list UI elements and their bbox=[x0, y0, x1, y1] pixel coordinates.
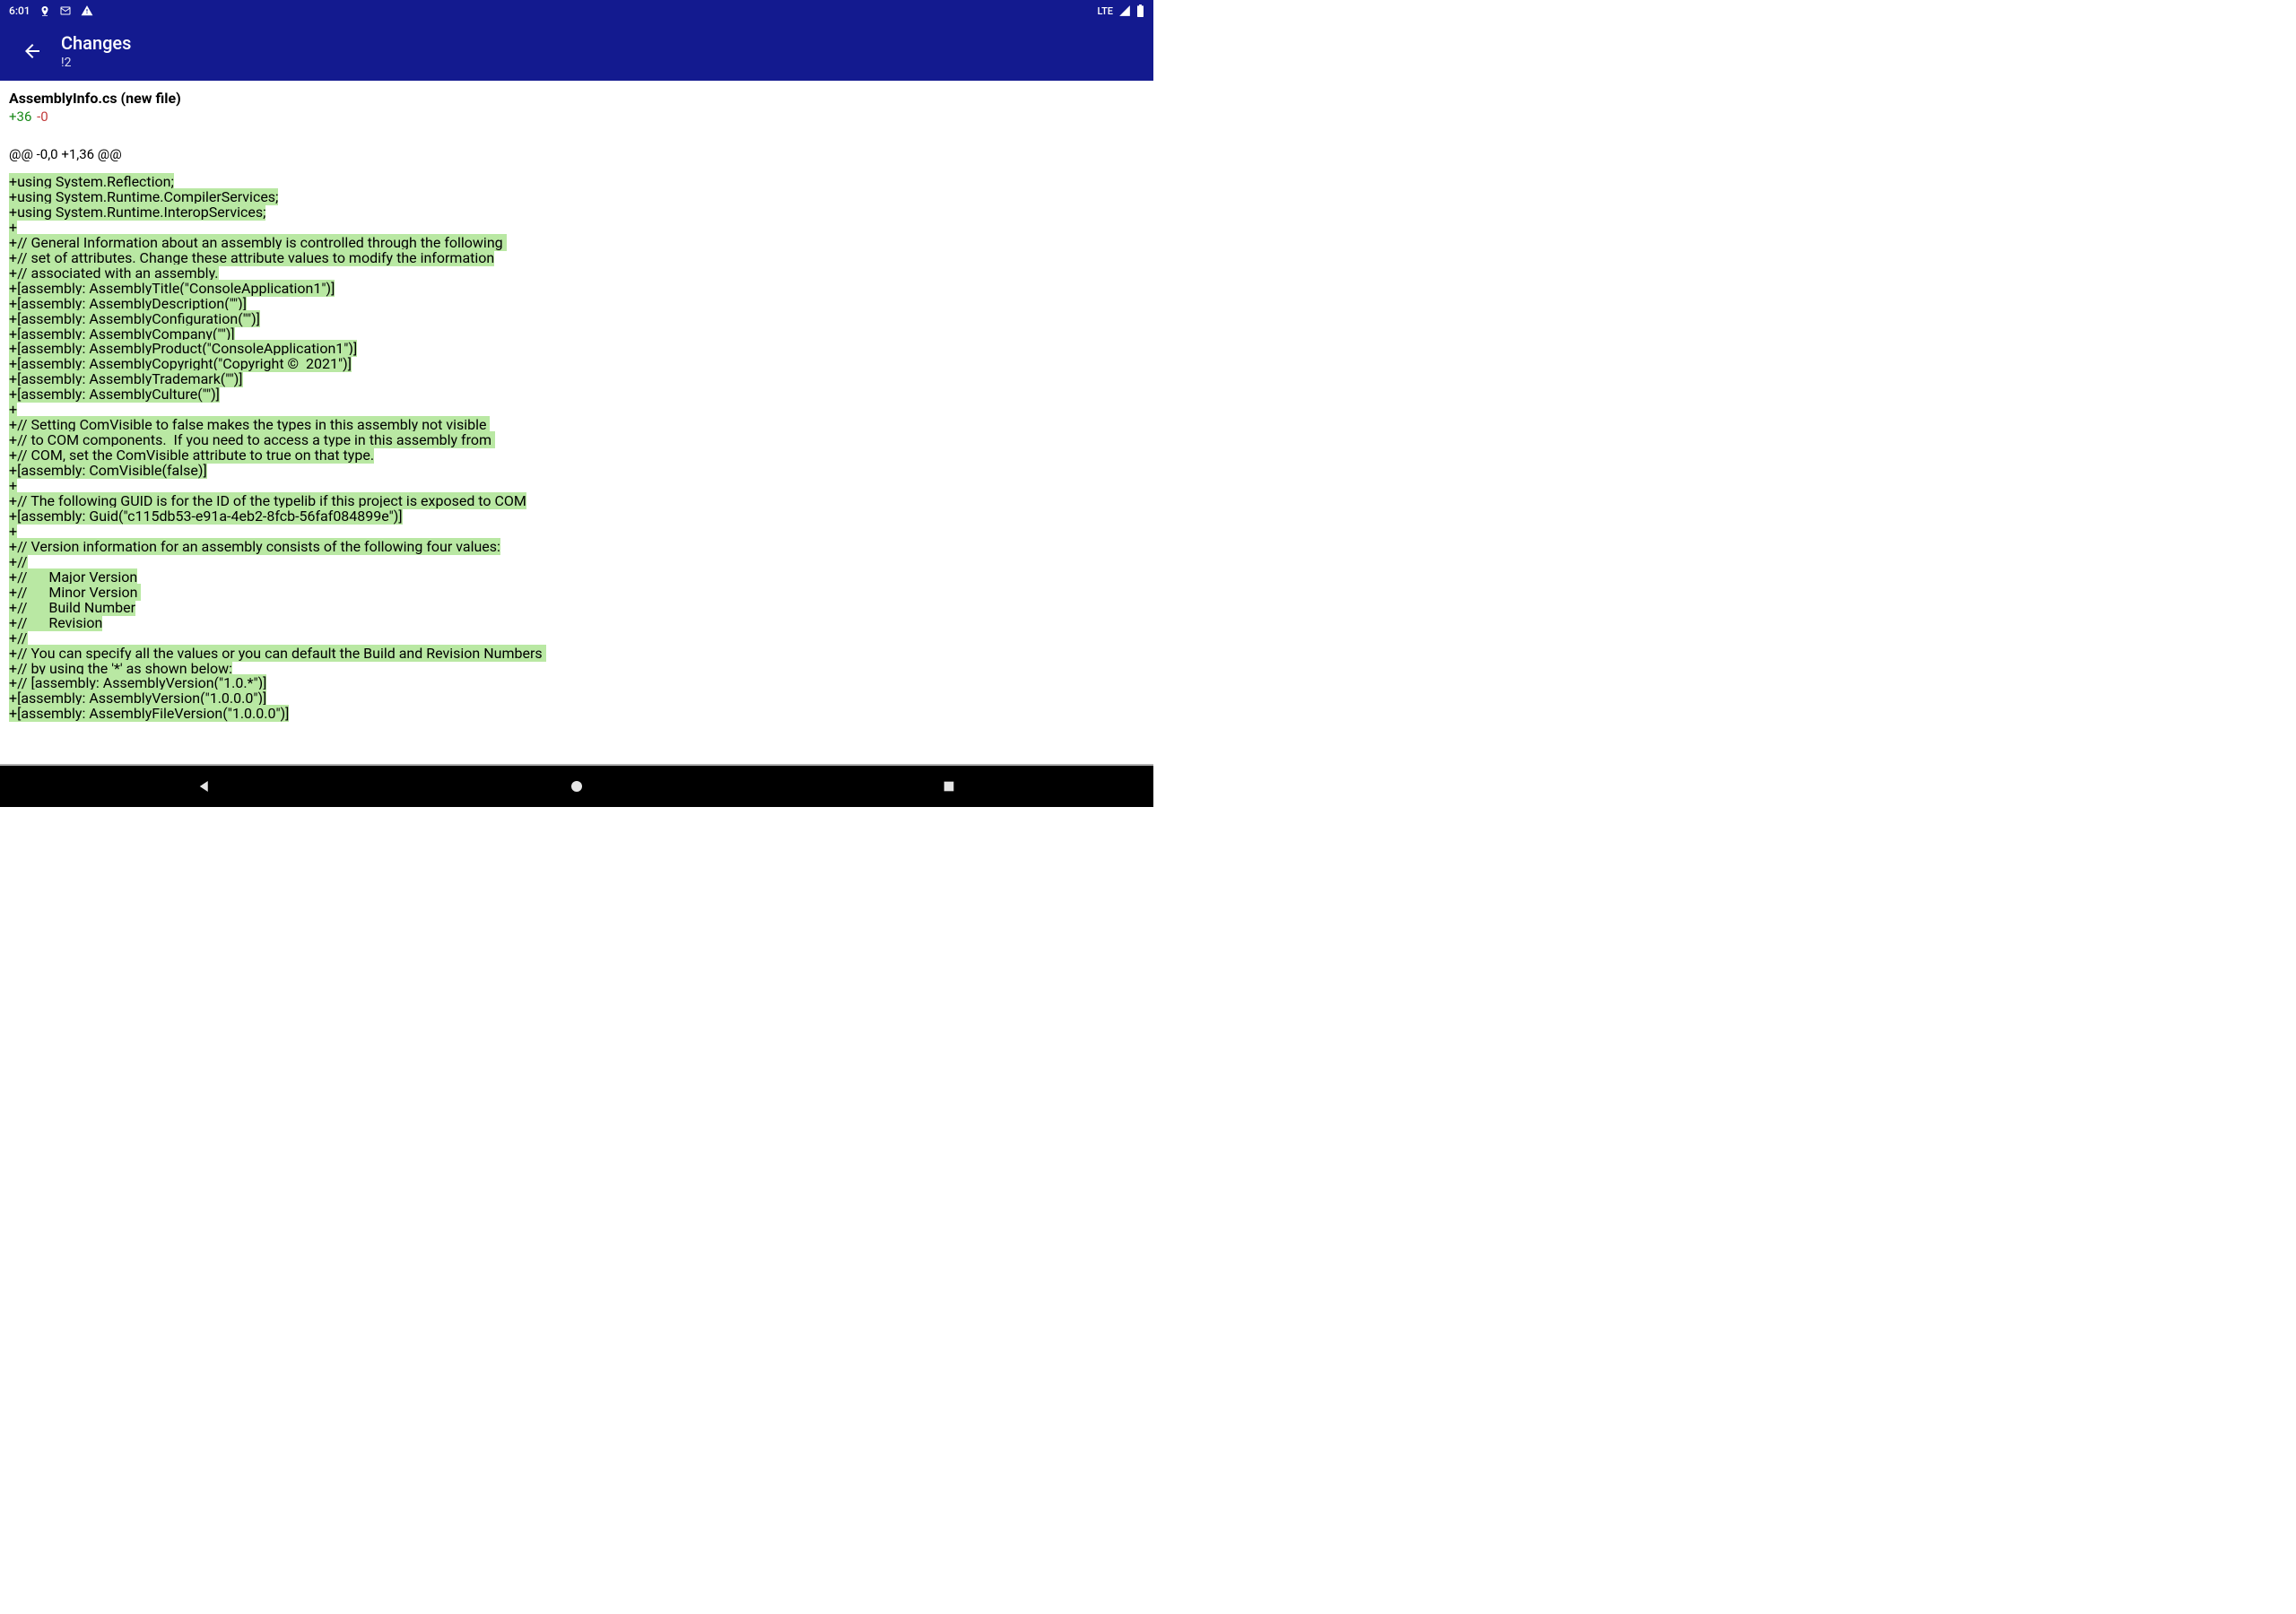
diff-line: +using System.Runtime.InteropServices; bbox=[9, 205, 1144, 221]
additions-count: +36 bbox=[9, 108, 31, 125]
arrow-back-icon bbox=[22, 40, 43, 62]
network-label: LTE bbox=[1097, 5, 1113, 17]
diff-line: +// bbox=[9, 631, 1144, 646]
diff-line: +// bbox=[9, 555, 1144, 570]
signal-icon bbox=[1118, 4, 1131, 17]
file-name: AssemblyInfo.cs (new file) bbox=[9, 90, 1144, 107]
diff-line: +[assembly: ComVisible(false)] bbox=[9, 464, 1144, 479]
diff-line: +// Major Version bbox=[9, 570, 1144, 586]
location-icon bbox=[39, 5, 50, 16]
page-subtitle: !2 bbox=[61, 56, 131, 71]
page-title: Changes bbox=[61, 32, 131, 54]
deletions-count: -0 bbox=[37, 108, 48, 125]
nav-back-button[interactable] bbox=[187, 768, 222, 804]
diff-line: +// Revision bbox=[9, 616, 1144, 631]
warning-icon bbox=[81, 4, 93, 17]
diff-line: +// Minor Version bbox=[9, 586, 1144, 601]
app-bar: Changes !2 bbox=[0, 22, 1153, 81]
mail-icon bbox=[59, 5, 72, 16]
diff-body: +using System.Reflection;+using System.R… bbox=[9, 175, 1144, 722]
diff-line: +// Build Number bbox=[9, 601, 1144, 616]
diff-line: +// You can specify all the values or yo… bbox=[9, 646, 1144, 662]
diff-line: +[assembly: AssemblyCulture("")] bbox=[9, 387, 1144, 403]
nav-bar bbox=[0, 766, 1153, 807]
nav-home-button[interactable] bbox=[559, 768, 595, 804]
status-time: 6:01 bbox=[9, 4, 30, 17]
circle-home-icon bbox=[569, 778, 585, 794]
diff-content[interactable]: AssemblyInfo.cs (new file) +36 -0 @@ -0,… bbox=[0, 81, 1153, 764]
nav-recent-button[interactable] bbox=[931, 768, 967, 804]
triangle-back-icon bbox=[196, 778, 213, 794]
diff-line: +[assembly: Guid("c115db53-e91a-4eb2-8fc… bbox=[9, 509, 1144, 525]
status-bar: 6:01 LTE bbox=[0, 0, 1153, 22]
battery-icon bbox=[1136, 4, 1144, 17]
diff-stats: +36 -0 bbox=[9, 108, 1144, 125]
hunk-header: @@ -0,0 +1,36 @@ bbox=[9, 146, 1144, 162]
diff-line: +[assembly: AssemblyConfiguration("")] bbox=[9, 312, 1144, 327]
back-button[interactable] bbox=[11, 30, 54, 73]
diff-line: +// Version information for an assembly … bbox=[9, 540, 1144, 555]
diff-line: +[assembly: AssemblyFileVersion("1.0.0.0… bbox=[9, 707, 1144, 722]
square-recent-icon bbox=[942, 779, 956, 794]
